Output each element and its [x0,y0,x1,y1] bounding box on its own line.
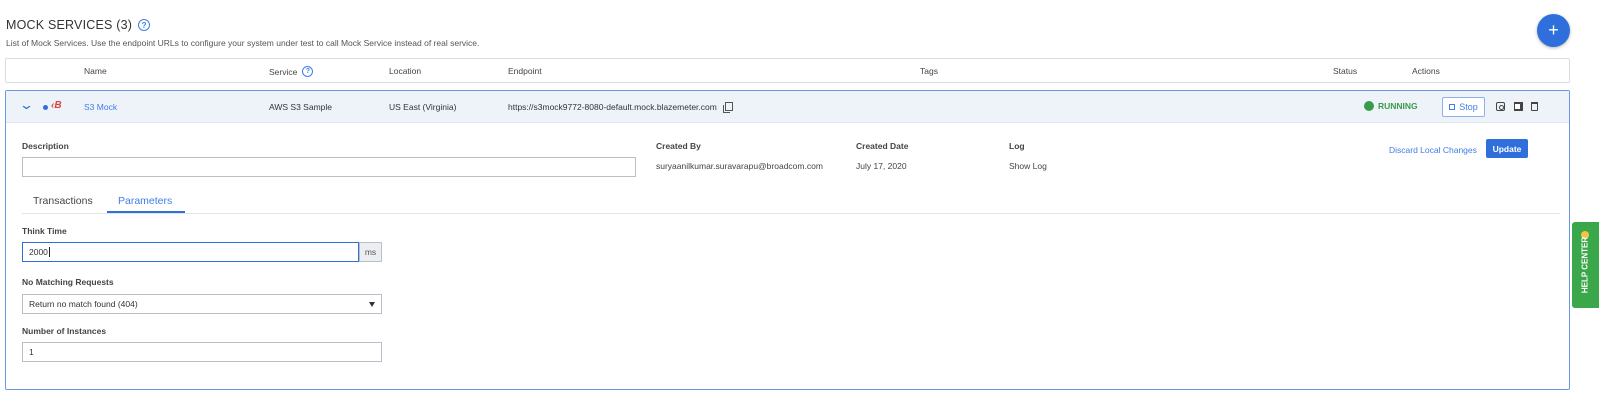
help-center-tab[interactable]: HELP CENTER [1572,222,1599,308]
think-time-value: 2000 [29,247,48,257]
created-by-label: Created By [656,141,701,151]
spreadsheet-icon[interactable] [1514,102,1523,111]
log-label: Log [1009,141,1025,151]
update-button[interactable]: Update [1486,139,1528,158]
service-help-icon[interactable]: ? [302,66,314,77]
dropdown-arrow-icon [369,302,375,307]
text-caret [48,247,50,257]
think-time-unit: ms [359,242,382,262]
tabs-divider [22,213,1560,214]
header-status[interactable]: Status [1333,66,1357,76]
show-log-link[interactable]: Show Log [1009,161,1047,171]
think-time-input[interactable]: 2000 [22,242,359,262]
page-title-text: MOCK SERVICES (3) [6,18,133,32]
chevron-down-icon[interactable]: ⌄ [19,97,34,113]
description-input[interactable] [22,157,636,177]
stop-icon [1449,104,1456,110]
table-header: Name Service ? Location Endpoint Tags St… [5,58,1570,83]
created-by-value: suryaanilkumar.suravarapu@broadcom.com [656,161,823,171]
service-location: US East (Virginia) [389,102,457,112]
no-matching-requests-label: No Matching Requests [22,277,114,287]
header-service: Service ? [269,66,314,77]
discard-local-changes-link[interactable]: Discard Local Changes [1389,145,1477,155]
header-service-label[interactable]: Service [269,67,297,77]
stop-button[interactable]: Stop [1442,97,1485,117]
stop-label: Stop [1459,102,1478,112]
header-location[interactable]: Location [389,66,421,76]
header-endpoint[interactable]: Endpoint [508,66,542,76]
no-matching-requests-value: Return no match found (404) [29,299,138,309]
copy-icon[interactable] [722,102,733,113]
tab-transactions[interactable]: Transactions [33,195,93,207]
description-label: Description [22,141,69,151]
status-badge: RUNNING [1364,101,1418,111]
header-tags: Tags [920,66,938,76]
header-name[interactable]: Name [84,66,107,76]
think-time-label: Think Time [22,226,67,236]
page-subtitle: List of Mock Services. Use the endpoint … [6,38,480,48]
created-date-value: July 17, 2020 [856,161,907,171]
number-of-instances-input[interactable]: 1 [22,342,382,362]
page-title: MOCK SERVICES (3) ? [6,18,151,32]
no-matching-requests-select[interactable]: Return no match found (404) [22,294,382,314]
camera-icon[interactable] [1496,102,1505,111]
status-text: RUNNING [1378,101,1418,111]
blazemeter-logo-icon: ‹B [51,100,62,111]
tab-parameters[interactable]: Parameters [118,195,172,207]
trash-icon[interactable] [1531,102,1538,111]
service-type: AWS S3 Sample [269,102,332,112]
add-mock-service-button[interactable]: + [1537,14,1570,47]
number-of-instances-label: Number of Instances [22,326,107,336]
mock-service-expanded: ⌄ ‹B S3 Mock AWS S3 Sample US East (Virg… [5,90,1570,390]
header-actions: Actions [1412,66,1440,76]
help-center-label: HELP CENTER [1580,236,1590,294]
running-status-icon [1364,101,1374,111]
table-row[interactable]: ⌄ ‹B S3 Mock AWS S3 Sample US East (Virg… [6,91,1569,123]
service-name-link[interactable]: S3 Mock [84,102,117,112]
service-endpoint: https://s3mock9772-8080-default.mock.bla… [508,102,733,113]
help-question-icon[interactable]: ? [138,19,151,31]
status-dot-icon [43,105,48,110]
created-date-label: Created Date [856,141,909,151]
endpoint-url: https://s3mock9772-8080-default.mock.bla… [508,102,717,112]
